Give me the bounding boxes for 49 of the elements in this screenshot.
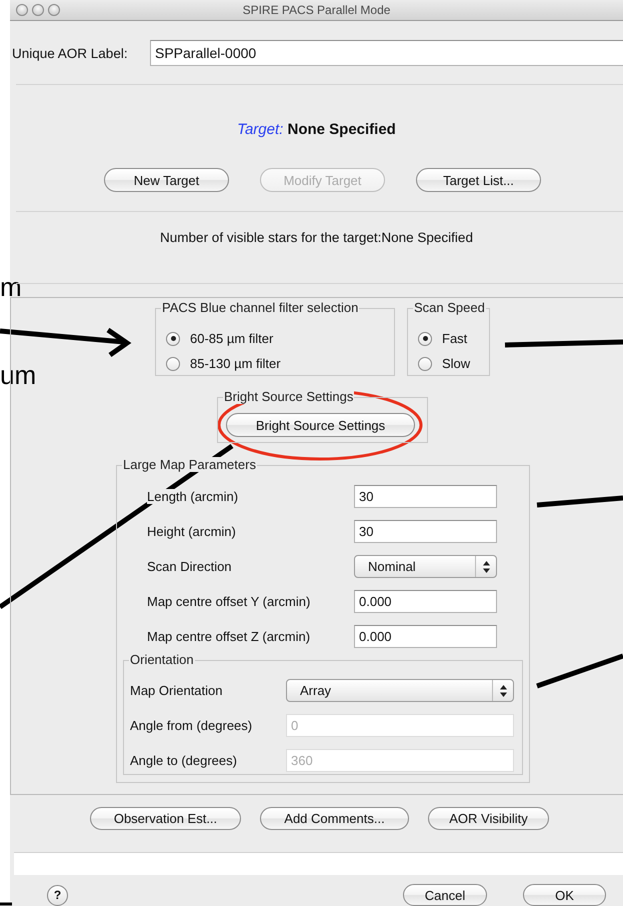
field-label: Length (arcmin) xyxy=(147,489,238,504)
window-control-button[interactable] xyxy=(16,4,28,16)
label-field[interactable]: SPParallel-0000 xyxy=(150,40,623,66)
updown-arrows-icon xyxy=(500,684,506,696)
dropdown[interactable]: Nominal xyxy=(354,555,497,578)
radio-label: 85-130 µm filter xyxy=(190,356,281,371)
group-title: Large Map Parameters xyxy=(122,457,257,472)
field-label: Angle to (degrees) xyxy=(130,753,237,768)
input-field[interactable]: 0.000 xyxy=(354,625,497,648)
field-label: Scan Direction xyxy=(147,559,232,574)
action-button[interactable]: Add Comments... xyxy=(260,807,409,830)
dialog-button[interactable]: Cancel xyxy=(403,884,487,906)
group-title: Orientation xyxy=(129,652,195,667)
field-label: Map centre offset Y (arcmin) xyxy=(147,594,310,609)
window-control-button[interactable] xyxy=(48,4,60,16)
field-label: Map centre offset Z (arcmin) xyxy=(147,629,310,644)
field-label: Unique AOR Label: xyxy=(11,46,129,60)
bright-source-button[interactable]: Bright Source Settings xyxy=(226,413,415,437)
radio-label: Fast xyxy=(442,331,468,346)
group-title: Scan Speed xyxy=(413,300,486,315)
radio-button[interactable] xyxy=(418,356,432,370)
radio-button[interactable] xyxy=(418,332,432,346)
visible-stars-text: Number of visible stars for the target:None Specified xyxy=(159,229,474,247)
group-title: Bright Source Settings xyxy=(223,389,354,404)
action-button[interactable]: Observation Est... xyxy=(90,807,241,830)
target-button[interactable]: New Target xyxy=(104,168,229,192)
input-field[interactable]: 30 xyxy=(354,520,497,543)
window-control-button[interactable] xyxy=(32,4,44,16)
radio-label: Slow xyxy=(442,356,470,371)
radio-button[interactable] xyxy=(166,332,180,346)
action-button[interactable]: AOR Visibility xyxy=(428,807,549,830)
field-label: Map Orientation xyxy=(130,683,222,698)
window-title: SPIRE PACS Parallel Mode xyxy=(242,3,390,17)
help-button[interactable]: ? xyxy=(47,884,68,906)
input-field[interactable]: 30 xyxy=(354,485,497,508)
target-label: Target: xyxy=(237,121,284,138)
radio-label: 60-85 µm filter xyxy=(190,331,274,346)
target-button[interactable]: Target List... xyxy=(416,168,541,192)
field-label: Height (arcmin) xyxy=(147,524,236,539)
annotation-text: m xyxy=(0,272,22,302)
group-title: PACS Blue channel filter selection xyxy=(161,300,360,315)
target-value: None Specified xyxy=(287,121,396,138)
input-field[interactable]: 0.000 xyxy=(354,590,497,613)
radio-button[interactable] xyxy=(166,356,180,370)
dialog-button[interactable]: OK xyxy=(523,884,606,906)
updown-arrows-icon xyxy=(482,560,490,572)
dropdown[interactable]: Array xyxy=(286,679,514,702)
field-label: Angle from (degrees) xyxy=(130,718,252,733)
annotation-text: um xyxy=(0,360,36,390)
